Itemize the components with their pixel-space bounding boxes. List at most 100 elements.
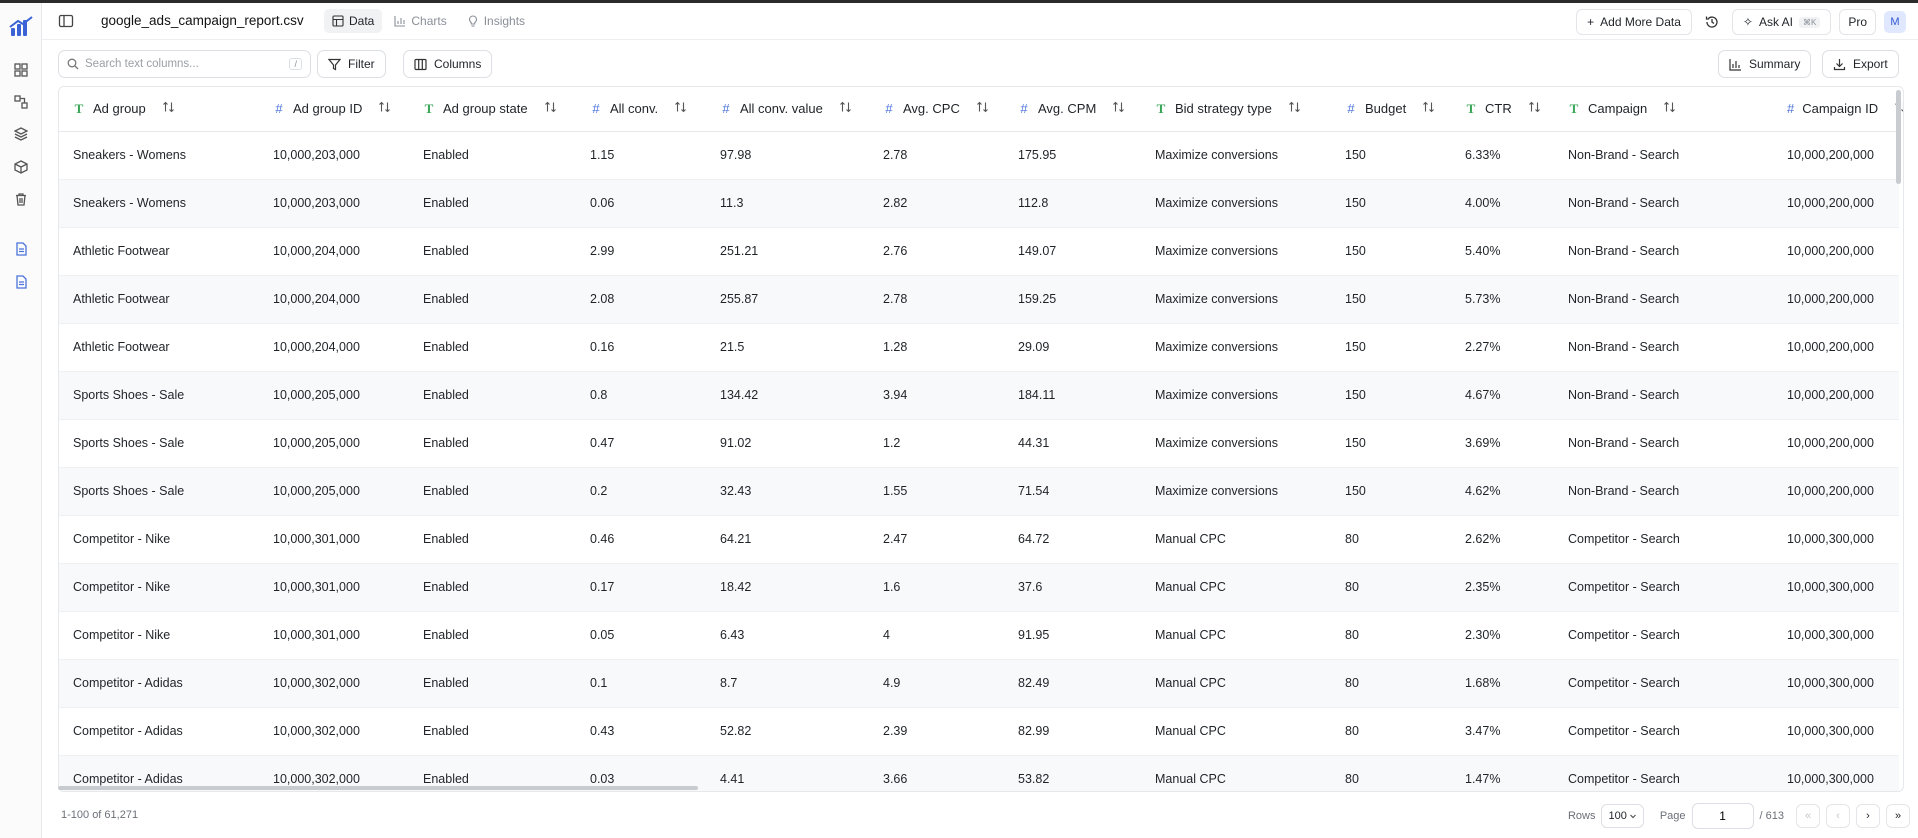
table-cell[interactable]: 32.43 [706,467,869,516]
sort-icon[interactable] [839,101,852,116]
column-header[interactable]: T Campaign [1554,87,1773,132]
table-cell[interactable]: 0.43 [576,707,706,756]
table-cell[interactable]: Maximize conversions [1141,275,1331,324]
table-cell[interactable]: 10,000,300,000 [1773,611,1899,660]
file-icon[interactable] [12,273,30,291]
vertical-scrollbar[interactable] [1896,90,1901,184]
table-cell[interactable]: Competitor - Nike [59,515,259,564]
tab-charts[interactable]: Charts [386,9,454,33]
table-row[interactable]: Sneakers - Womens 10,000,203,000 Enabled 0.… [59,179,1899,228]
sort-icon[interactable] [1288,101,1301,116]
table-cell[interactable]: 10,000,302,000 [259,659,409,708]
table-row[interactable]: Competitor - Adidas 10,000,302,000 Enabled… [59,659,1899,708]
table-cell[interactable]: 0.16 [576,323,706,372]
table-cell[interactable]: 149.07 [1004,227,1141,276]
table-cell[interactable]: Competitor - Search [1554,659,1773,708]
table-cell[interactable]: Enabled [409,563,576,612]
column-header[interactable]: # All conv. [576,87,706,132]
table-cell[interactable]: 0.46 [576,515,706,564]
table-cell[interactable]: 10,000,205,000 [259,419,409,468]
sort-icon[interactable] [544,101,557,116]
table-cell[interactable]: 10,000,300,000 [1773,563,1899,612]
column-header[interactable]: # Campaign ID [1773,87,1903,132]
table-cell[interactable]: 37.6 [1004,563,1141,612]
table-cell[interactable]: Non-Brand - Search [1554,275,1773,324]
column-header[interactable]: # Budget [1331,87,1451,132]
table-cell[interactable]: 0.17 [576,563,706,612]
table-cell[interactable]: 10,000,203,000 [259,131,409,180]
table-cell[interactable]: 10,000,204,000 [259,227,409,276]
table-cell[interactable]: 5.73% [1451,275,1554,324]
table-cell[interactable]: 10,000,200,000 [1773,371,1899,420]
table-cell[interactable]: 10,000,200,000 [1773,227,1899,276]
table-cell[interactable]: Enabled [409,515,576,564]
table-cell[interactable]: Sneakers - Womens [59,179,259,228]
table-cell[interactable]: 10,000,200,000 [1773,131,1899,180]
search-input[interactable] [85,58,284,70]
app-logo-icon[interactable] [8,15,34,39]
table-cell[interactable]: 10,000,203,000 [259,179,409,228]
table-cell[interactable]: Maximize conversions [1141,227,1331,276]
tab-data[interactable]: Data [324,9,383,33]
table-cell[interactable]: 184.11 [1004,371,1141,420]
table-cell[interactable]: 150 [1331,323,1451,372]
layers-icon[interactable] [12,125,30,143]
column-header[interactable]: # Avg. CPC [869,87,1004,132]
dashboard-icon[interactable] [12,61,30,79]
table-cell[interactable]: 10,000,301,000 [259,611,409,660]
table-cell[interactable]: Maximize conversions [1141,371,1331,420]
table-cell[interactable]: Competitor - Search [1554,611,1773,660]
table-cell[interactable]: 10,000,300,000 [1773,659,1899,708]
table-cell[interactable]: Enabled [409,419,576,468]
table-cell[interactable]: 2.99 [576,227,706,276]
table-cell[interactable]: 150 [1331,371,1451,420]
table-cell[interactable]: 150 [1331,419,1451,468]
table-cell[interactable]: 80 [1331,659,1451,708]
table-cell[interactable]: 10,000,205,000 [259,371,409,420]
table-cell[interactable]: 2.27% [1451,323,1554,372]
table-cell[interactable]: 4.62% [1451,467,1554,516]
table-cell[interactable]: 4 [869,611,1004,660]
table-cell[interactable]: 52.82 [706,707,869,756]
column-header[interactable]: # Avg. CPM [1004,87,1141,132]
table-cell[interactable]: 112.8 [1004,179,1141,228]
rows-per-page-select[interactable]: 100 [1601,804,1644,828]
sort-icon[interactable] [162,101,175,116]
table-row[interactable]: Athletic Footwear 10,000,204,000 Enabled 2.… [59,227,1899,276]
table-cell[interactable]: Enabled [409,611,576,660]
table-cell[interactable]: 80 [1331,515,1451,564]
table-row[interactable]: Sports Shoes - Sale 10,000,205,000 Enabled… [59,419,1899,468]
table-cell[interactable]: 0.8 [576,371,706,420]
history-icon[interactable] [1700,10,1724,34]
table-cell[interactable]: 6.33% [1451,131,1554,180]
table-cell[interactable]: 3.47% [1451,707,1554,756]
table-cell[interactable]: Manual CPC [1141,611,1331,660]
table-cell[interactable]: 1.68% [1451,659,1554,708]
table-cell[interactable]: Manual CPC [1141,515,1331,564]
table-cell[interactable]: Non-Brand - Search [1554,467,1773,516]
last-page-button[interactable]: » [1886,804,1910,828]
table-cell[interactable]: 134.42 [706,371,869,420]
table-cell[interactable]: 5.40% [1451,227,1554,276]
table-cell[interactable]: 8.7 [706,659,869,708]
table-cell[interactable]: 10,000,301,000 [259,515,409,564]
trash-icon[interactable] [12,190,30,208]
table-cell[interactable]: 10,000,200,000 [1773,467,1899,516]
table-cell[interactable]: 64.72 [1004,515,1141,564]
add-more-data-button[interactable]: + Add More Data [1576,9,1692,35]
column-header[interactable]: T Ad group [59,87,259,132]
table-cell[interactable]: 3.66 [869,755,1004,791]
table-row[interactable]: Competitor - Nike 10,000,301,000 Enabled 0.… [59,611,1899,660]
table-cell[interactable]: Enabled [409,371,576,420]
columns-button[interactable]: Columns [403,50,493,78]
table-cell[interactable]: Manual CPC [1141,563,1331,612]
table-cell[interactable]: 2.76 [869,227,1004,276]
next-page-button[interactable]: › [1856,804,1880,828]
sort-icon[interactable] [1663,101,1676,116]
table-cell[interactable]: 2.62% [1451,515,1554,564]
column-header[interactable]: # All conv. value [706,87,869,132]
table-cell[interactable]: Competitor - Nike [59,611,259,660]
table-cell[interactable]: 4.9 [869,659,1004,708]
table-cell[interactable]: 2.30% [1451,611,1554,660]
table-cell[interactable]: 2.08 [576,275,706,324]
